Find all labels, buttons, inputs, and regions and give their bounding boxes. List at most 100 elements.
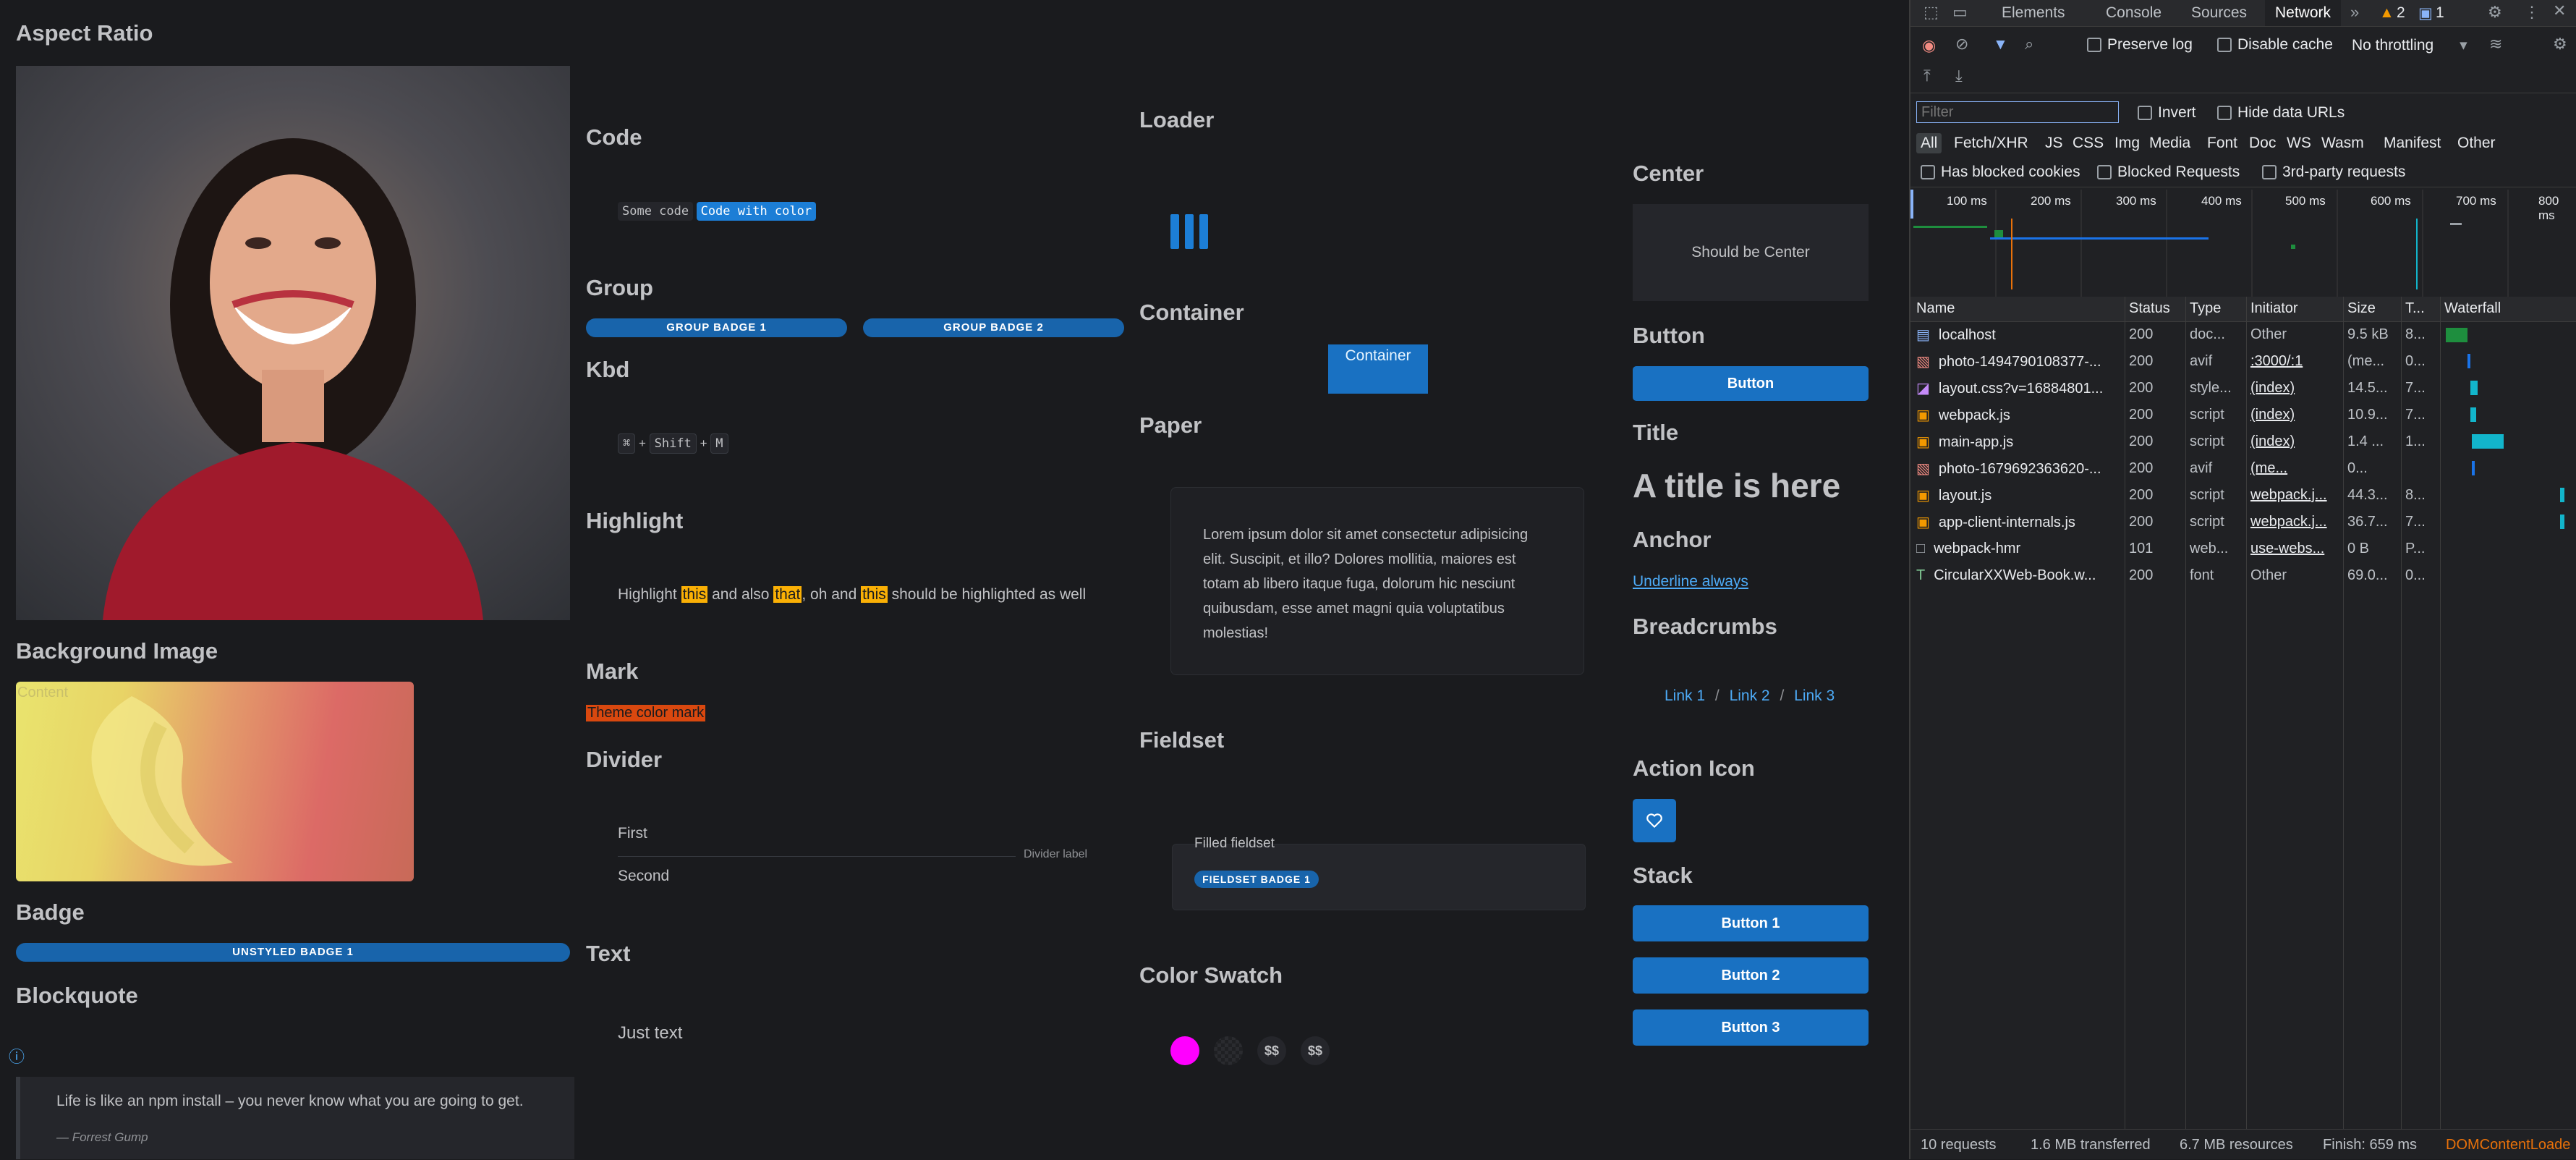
transparent-swatch[interactable] (1214, 1036, 1243, 1065)
table-row[interactable]: ◪ layout.css?v=16884801... 200 style... (ind… (1910, 375, 2576, 402)
action-icon-heading: Action Icon (1633, 755, 1755, 781)
type-filter-img[interactable]: Img (2114, 135, 2140, 152)
type-filter-manifest[interactable]: Manifest (2384, 135, 2441, 152)
tab-elements[interactable]: Elements (2002, 4, 2065, 22)
tab-network[interactable]: Network (2265, 0, 2342, 26)
swatch-with-label[interactable]: $$ (1301, 1036, 1330, 1065)
row-name-cell[interactable]: □ webpack-hmr (1910, 535, 2125, 562)
type-filter-all[interactable]: All (1916, 133, 1942, 153)
loader-heading: Loader (1139, 107, 1215, 132)
hide-data-urls-checkbox[interactable]: Hide data URLs (2217, 104, 2345, 122)
settings-gear-icon[interactable]: ⚙ (2488, 3, 2502, 22)
column-waterfall[interactable]: Waterfall (2440, 297, 2576, 321)
close-icon[interactable]: ✕ (2553, 1, 2566, 20)
swatch-with-label[interactable]: $$ (1257, 1036, 1286, 1065)
has-blocked-cookies-checkbox[interactable]: Has blocked cookies (1921, 164, 2080, 181)
type-filter-media[interactable]: Media (2149, 135, 2190, 152)
breadcrumb-link-1[interactable]: Link 1 (1665, 687, 1705, 704)
row-name-cell[interactable]: ▣ main-app.js (1910, 428, 2125, 455)
row-initiator[interactable]: (index) (2246, 375, 2343, 402)
row-status: 200 (2129, 514, 2154, 530)
type-filter-doc[interactable]: Doc (2249, 135, 2276, 152)
filter-input[interactable] (1916, 101, 2119, 123)
row-initiator[interactable]: Other (2246, 562, 2343, 589)
clear-icon[interactable]: ⊘ (1955, 35, 1968, 54)
row-initiator[interactable]: :3000/:1 (2246, 348, 2343, 375)
search-icon[interactable]: ⌕ (2025, 35, 2033, 54)
filter-icon[interactable]: ▼ (1993, 36, 2008, 54)
type-filter-css[interactable]: CSS (2073, 135, 2104, 152)
table-row[interactable]: ▣ webpack.js 200 script (index) 10.9... 7... (1910, 402, 2576, 428)
column-type[interactable]: Type (2185, 297, 2246, 321)
row-name-cell[interactable]: ▣ app-client-internals.js (1910, 509, 2125, 535)
column-initiator[interactable]: Initiator (2246, 297, 2343, 321)
blockquote-heading: Blockquote (16, 983, 138, 1008)
invert-checkbox[interactable]: Invert (2138, 104, 2196, 122)
type-filter-fetch[interactable]: Fetch/XHR (1954, 135, 2028, 152)
row-initiator[interactable]: Other (2246, 321, 2343, 348)
export-har-icon[interactable]: ⤓ (1955, 67, 1963, 85)
blocked-requests-checkbox[interactable]: Blocked Requests (2097, 164, 2240, 181)
row-waterfall (2440, 375, 2576, 402)
breadcrumb-link-3[interactable]: Link 3 (1794, 687, 1835, 704)
device-toggle-icon[interactable]: ▭ (1952, 3, 1968, 22)
type-filter-other[interactable]: Other (2457, 135, 2496, 152)
third-party-checkbox[interactable]: 3rd-party requests (2262, 164, 2405, 181)
column-time[interactable]: T... (2401, 297, 2440, 321)
throttling-select[interactable]: No throttling ▾ (2352, 36, 2467, 54)
kebab-menu-icon[interactable]: ⋮ (2524, 3, 2540, 22)
column-name[interactable]: Name (1910, 297, 2125, 321)
row-name-cell[interactable]: T CircularXXWeb-Book.w... (1910, 562, 2125, 589)
row-initiator[interactable]: (me... (2246, 455, 2343, 482)
row-status: 200 (2129, 407, 2154, 423)
table-row[interactable]: ▣ layout.js 200 script webpack.j... 44.3... 8.… (1910, 482, 2576, 509)
breadcrumb-link-2[interactable]: Link 2 (1730, 687, 1770, 704)
row-name-cell[interactable]: ◪ layout.css?v=16884801... (1910, 375, 2125, 402)
column-size[interactable]: Size (2343, 297, 2401, 321)
magenta-swatch[interactable] (1170, 1036, 1199, 1065)
table-row[interactable]: T CircularXXWeb-Book.w... 200 font Other 69.0… (1910, 562, 2576, 589)
column-status[interactable]: Status (2125, 297, 2185, 321)
stack-button-1[interactable]: Button 1 (1633, 905, 1869, 941)
import-har-icon[interactable]: ⤒ (1924, 67, 1931, 85)
row-initiator[interactable]: webpack.j... (2246, 482, 2343, 509)
heart-action-button[interactable] (1633, 799, 1676, 842)
warning-icon[interactable]: ▲ (2379, 4, 2394, 22)
table-row[interactable]: ▤ localhost 200 doc... Other 9.5 kB 8... (1910, 321, 2576, 348)
row-name-cell[interactable]: ▣ layout.js (1910, 482, 2125, 509)
tab-sources[interactable]: Sources (2191, 4, 2247, 22)
table-row[interactable]: ▧ photo-1494790108377-... 200 avif:3000/:1(… (1910, 348, 2576, 375)
table-row[interactable]: ▧ photo-1679692363620-... 200 avif (me... 0..… (1910, 455, 2576, 482)
row-initiator[interactable]: use-webs... (2246, 535, 2343, 562)
stack-button-2[interactable]: Button 2 (1633, 957, 1869, 994)
more-tabs-icon[interactable]: » (2350, 3, 2359, 22)
network-overview[interactable]: 100 ms 200 ms 300 ms 400 ms 500 ms 600 m… (1910, 190, 2576, 297)
inspect-icon[interactable]: ⬚ (1924, 3, 1939, 22)
table-row[interactable]: ▣ app-client-internals.js 200 script webpack… (1910, 509, 2576, 535)
row-name: photo-1679692363620-... (1938, 461, 2101, 477)
row-name-cell[interactable]: ▣ webpack.js (1910, 402, 2125, 428)
row-name-cell[interactable]: ▧ photo-1494790108377-... (1910, 348, 2125, 375)
row-initiator[interactable]: webpack.j... (2246, 509, 2343, 535)
message-icon[interactable]: ▣ (2418, 4, 2433, 22)
row-initiator[interactable]: (index) (2246, 428, 2343, 455)
row-initiator[interactable]: (index) (2246, 402, 2343, 428)
disable-cache-checkbox[interactable]: Disable cache (2217, 36, 2333, 54)
stack-button-3[interactable]: Button 3 (1633, 1009, 1869, 1046)
row-name-cell[interactable]: ▤ localhost (1910, 321, 2125, 348)
row-name-cell[interactable]: ▧ photo-1679692363620-... (1910, 455, 2125, 482)
record-icon[interactable]: ◉ (1922, 36, 1936, 55)
type-filter-font[interactable]: Font (2207, 135, 2237, 152)
type-filter-js[interactable]: JS (2045, 135, 2063, 152)
devtools-panel: ⬚ ▭ Elements Console Sources Network » ▲… (1909, 0, 2576, 1159)
network-conditions-icon[interactable]: ≋ (2489, 35, 2502, 54)
table-row[interactable]: ▣ main-app.js 200 script (index) 1.4 ... 1... (1910, 428, 2576, 455)
type-filter-wasm[interactable]: Wasm (2321, 135, 2364, 152)
primary-button[interactable]: Button (1633, 366, 1869, 401)
table-row[interactable]: □ webpack-hmr 101 web... use-webs... 0 B P... (1910, 535, 2576, 562)
underline-anchor[interactable]: Underline always (1633, 573, 1748, 590)
tab-console[interactable]: Console (2106, 4, 2161, 22)
preserve-log-checkbox[interactable]: Preserve log (2087, 36, 2193, 54)
type-filter-ws[interactable]: WS (2287, 135, 2311, 152)
network-settings-gear-icon[interactable]: ⚙ (2553, 35, 2567, 54)
